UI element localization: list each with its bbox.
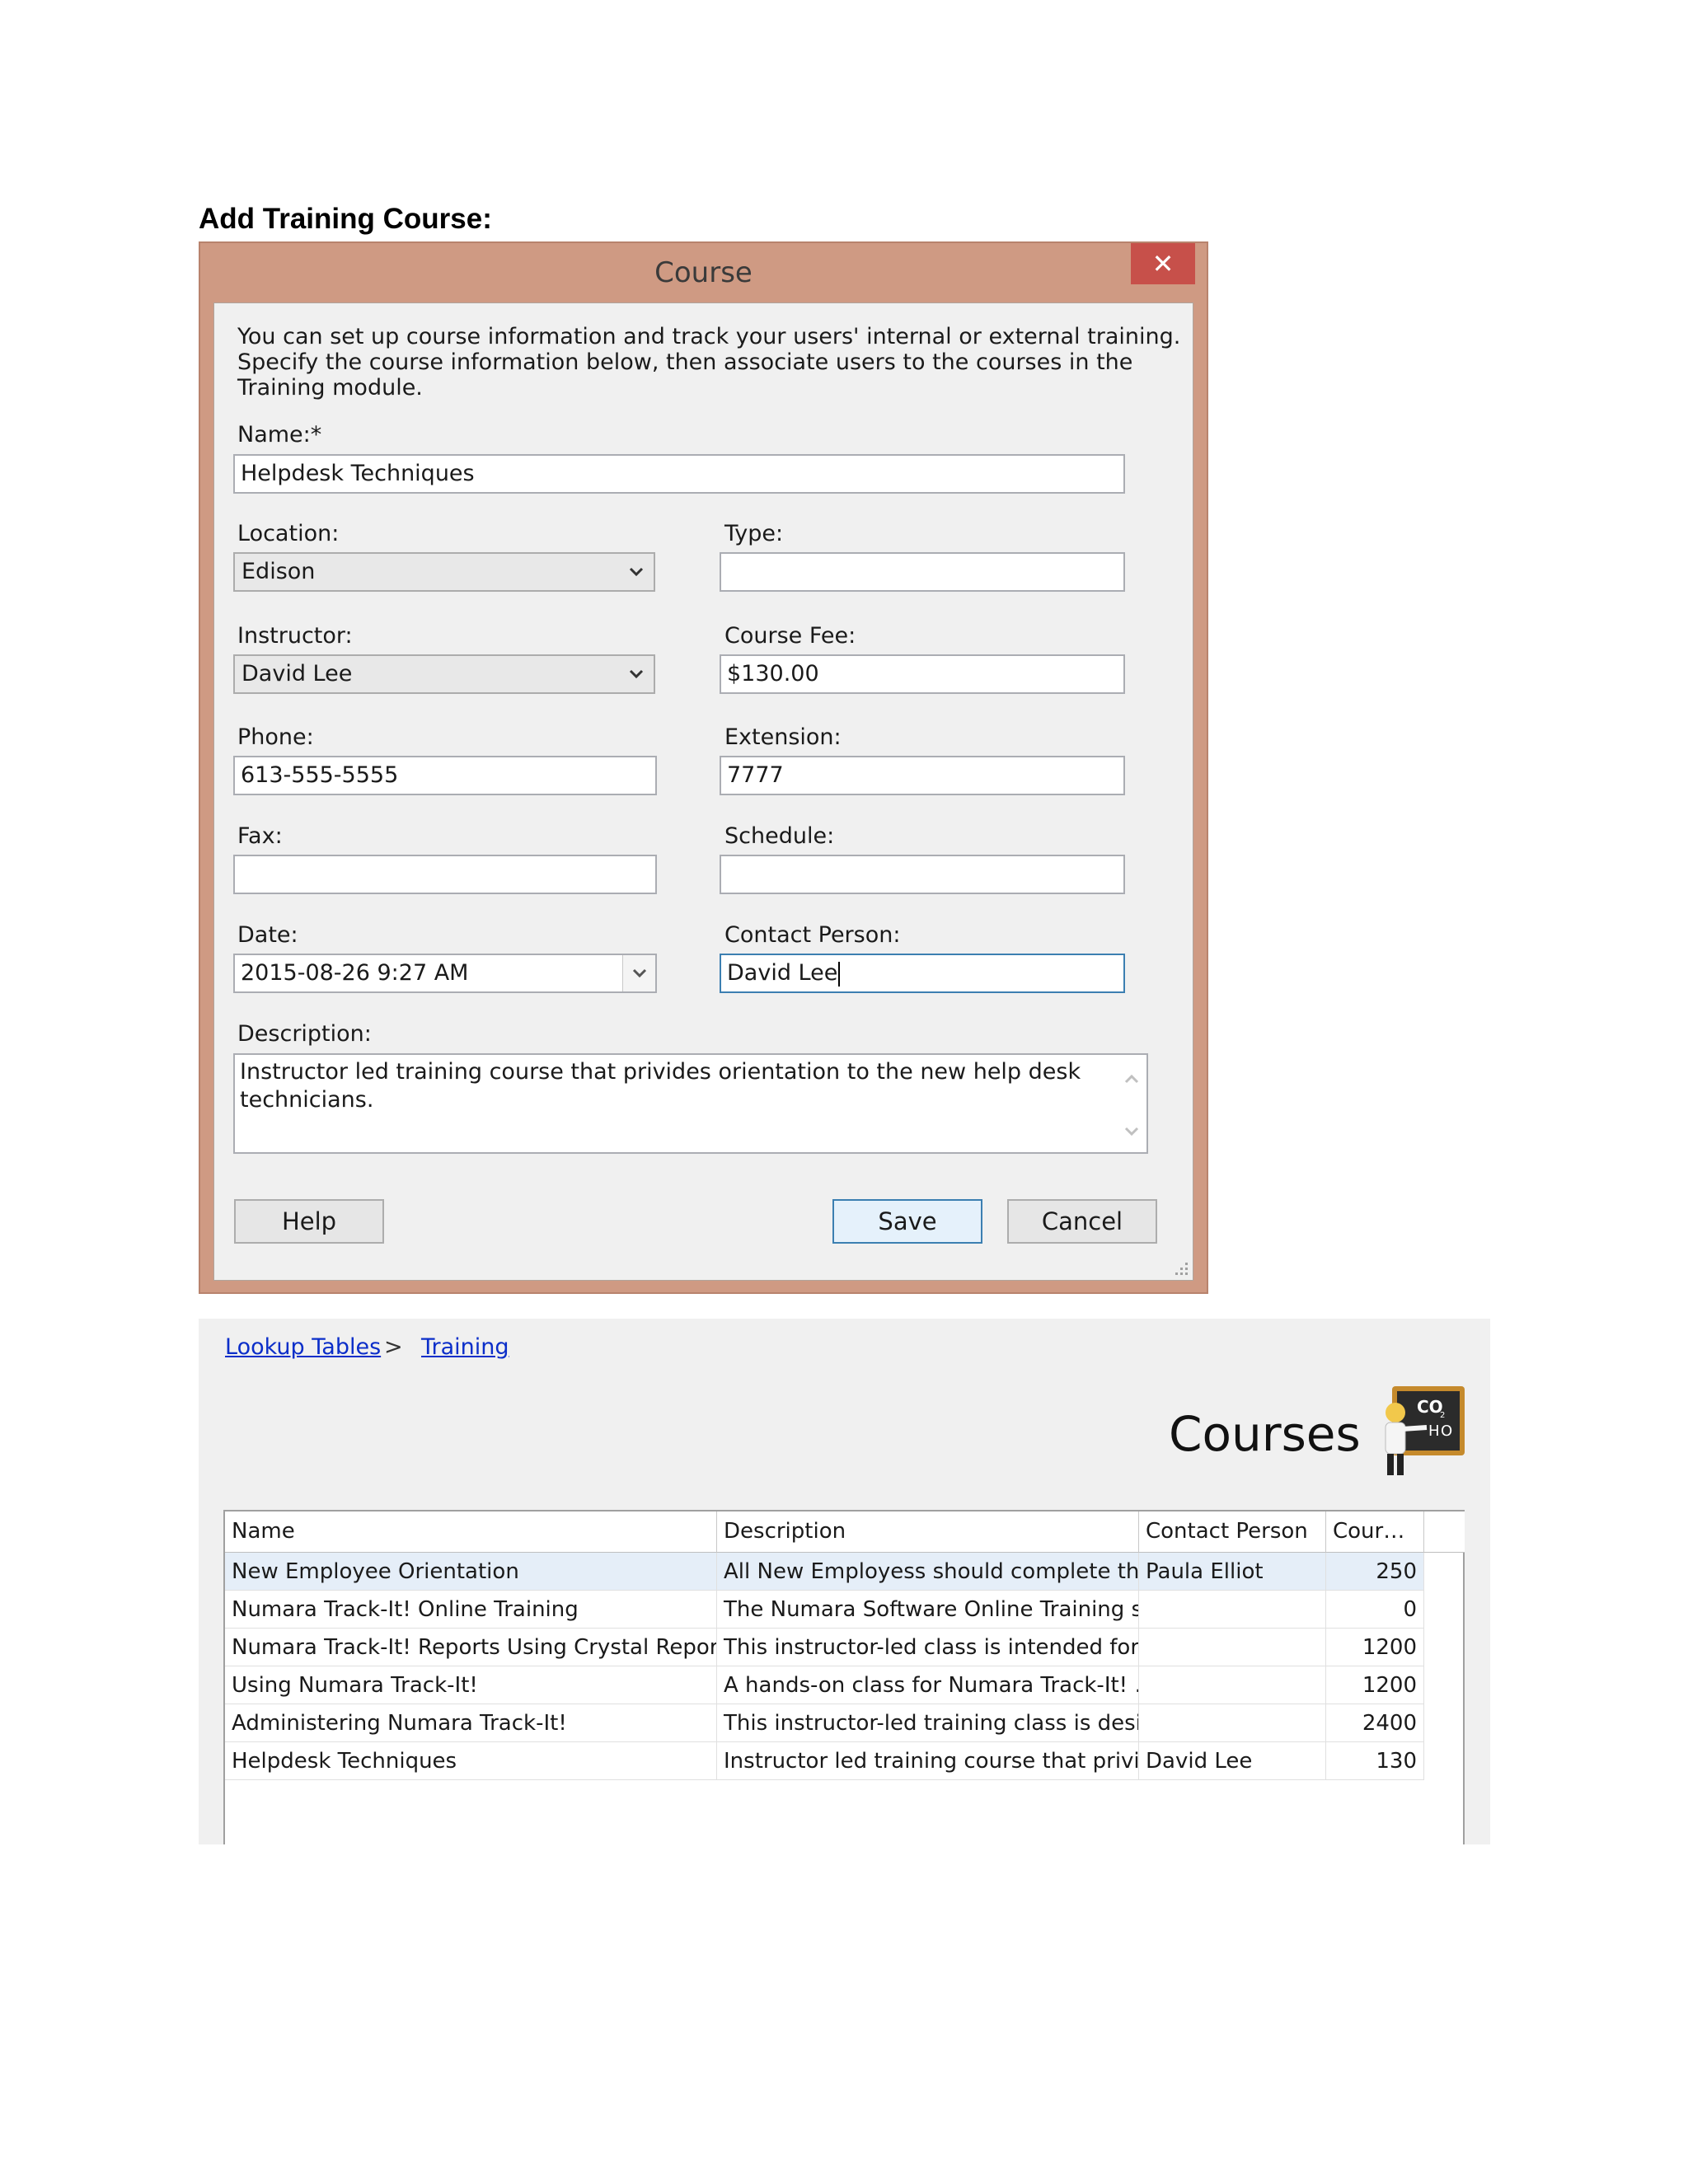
table-row[interactable]: Numara Track-It! Reports Using Crystal R… bbox=[225, 1629, 1424, 1666]
table-row[interactable]: Using Numara Track-It! A hands-on class … bbox=[225, 1666, 1424, 1704]
description-value: Instructor led training course that priv… bbox=[240, 1059, 1081, 1113]
page-title: Courses bbox=[1169, 1406, 1361, 1462]
cell-contact-person bbox=[1139, 1666, 1326, 1704]
description-textarea[interactable]: Instructor led training course that priv… bbox=[233, 1053, 1148, 1154]
breadcrumb-lookup-tables[interactable]: Lookup Tables bbox=[225, 1333, 381, 1361]
cell-contact-person bbox=[1139, 1629, 1326, 1666]
svg-text:2: 2 bbox=[1440, 1411, 1445, 1420]
type-label: Type: bbox=[724, 521, 784, 546]
courses-grid: Name Description Contact Person Cour… Ne… bbox=[223, 1510, 1465, 1844]
description-scrollbar[interactable] bbox=[1117, 1055, 1146, 1152]
table-row[interactable]: Numara Track-It! Online Training The Num… bbox=[225, 1591, 1424, 1629]
help-button[interactable]: Help bbox=[234, 1199, 384, 1244]
course-dialog: Course ✕ You can set up course informati… bbox=[199, 241, 1208, 1294]
cancel-button[interactable]: Cancel bbox=[1007, 1199, 1157, 1244]
chevron-down-icon bbox=[629, 669, 644, 679]
cell-description: Instructor led training course that priv… bbox=[717, 1742, 1139, 1780]
location-select[interactable]: Edison bbox=[233, 552, 655, 592]
cell-contact-person bbox=[1139, 1704, 1326, 1742]
contact-person-value: David Lee bbox=[727, 960, 838, 986]
cell-course-fee: 1200 bbox=[1326, 1629, 1424, 1666]
svg-text:H: H bbox=[1428, 1422, 1440, 1440]
column-header-description[interactable]: Description bbox=[717, 1511, 1139, 1553]
phone-label: Phone: bbox=[237, 724, 314, 750]
date-value: 2015-08-26 9:27 AM bbox=[241, 960, 469, 986]
contact-person-label: Contact Person: bbox=[724, 922, 901, 948]
extension-input[interactable]: 7777 bbox=[720, 756, 1125, 795]
cell-description: A hands-on class for Numara Track-It! … bbox=[717, 1666, 1139, 1704]
column-header-contact-person[interactable]: Contact Person bbox=[1139, 1511, 1326, 1553]
column-header-filler bbox=[1424, 1511, 1465, 1553]
location-value: Edison bbox=[241, 559, 316, 584]
contact-person-input[interactable]: David Lee bbox=[720, 954, 1125, 993]
cell-name: Numara Track-It! Online Training bbox=[225, 1591, 717, 1629]
cell-course-fee: 130 bbox=[1326, 1742, 1424, 1780]
cell-contact-person: Paula Elliot bbox=[1139, 1553, 1326, 1591]
column-header-course-fee[interactable]: Cour… bbox=[1326, 1511, 1424, 1553]
cell-course-fee: 0 bbox=[1326, 1591, 1424, 1629]
breadcrumb-training[interactable]: Training bbox=[421, 1333, 509, 1361]
date-picker[interactable]: 2015-08-26 9:27 AM bbox=[233, 954, 657, 993]
fax-input[interactable] bbox=[233, 855, 657, 894]
cell-name: Numara Track-It! Reports Using Crystal R… bbox=[225, 1629, 717, 1666]
cell-course-fee: 1200 bbox=[1326, 1666, 1424, 1704]
cell-name: New Employee Orientation bbox=[225, 1553, 717, 1591]
cell-contact-person: David Lee bbox=[1139, 1742, 1326, 1780]
scroll-down-icon bbox=[1124, 1127, 1139, 1137]
scroll-up-icon bbox=[1124, 1074, 1139, 1084]
cell-course-fee: 2400 bbox=[1326, 1704, 1424, 1742]
breadcrumb-separator: > bbox=[384, 1334, 403, 1360]
cell-description: This instructor-led training class is de… bbox=[717, 1704, 1139, 1742]
name-label: Name:* bbox=[237, 422, 322, 448]
instructor-value: David Lee bbox=[241, 661, 353, 687]
fax-label: Fax: bbox=[237, 823, 283, 849]
cell-description: All New Employess should complete this… bbox=[717, 1553, 1139, 1591]
cell-description: The Numara Software Online Training s… bbox=[717, 1591, 1139, 1629]
svg-text:O: O bbox=[1441, 1422, 1452, 1440]
date-dropdown-button[interactable] bbox=[622, 955, 655, 991]
type-input[interactable] bbox=[720, 552, 1125, 592]
location-label: Location: bbox=[237, 521, 340, 546]
phone-input[interactable]: 613-555-5555 bbox=[233, 756, 657, 795]
table-row[interactable]: Administering Numara Track-It! This inst… bbox=[225, 1704, 1424, 1742]
instructor-label: Instructor: bbox=[237, 623, 353, 649]
close-button[interactable]: ✕ bbox=[1131, 243, 1195, 284]
chalkboard-teacher-icon: CO 2 H O bbox=[1385, 1386, 1465, 1475]
resize-grip-icon[interactable] bbox=[1172, 1259, 1190, 1277]
course-fee-label: Course Fee: bbox=[724, 623, 856, 649]
course-fee-input[interactable]: $130.00 bbox=[720, 654, 1125, 694]
cell-name: Administering Numara Track-It! bbox=[225, 1704, 717, 1742]
courses-panel: Lookup Tables > Training Courses CO 2 H … bbox=[199, 1319, 1490, 1844]
text-cursor bbox=[838, 961, 841, 987]
column-header-name[interactable]: Name bbox=[225, 1511, 717, 1553]
extension-label: Extension: bbox=[724, 724, 842, 750]
svg-text:CO: CO bbox=[1417, 1397, 1443, 1417]
cell-name: Using Numara Track-It! bbox=[225, 1666, 717, 1704]
cell-name: Helpdesk Techniques bbox=[225, 1742, 717, 1780]
cell-description: This instructor-led class is intended fo… bbox=[717, 1629, 1139, 1666]
schedule-label: Schedule: bbox=[724, 823, 835, 849]
document-heading: Add Training Course: bbox=[199, 203, 492, 235]
save-button[interactable]: Save bbox=[832, 1199, 982, 1244]
cell-course-fee: 250 bbox=[1326, 1553, 1424, 1591]
date-label: Date: bbox=[237, 922, 298, 948]
table-row[interactable]: Helpdesk Techniques Instructor led train… bbox=[225, 1742, 1424, 1780]
name-input[interactable]: Helpdesk Techniques bbox=[233, 454, 1125, 494]
cell-contact-person bbox=[1139, 1591, 1326, 1629]
chevron-down-icon bbox=[632, 968, 647, 978]
dialog-title: Course bbox=[654, 256, 753, 289]
schedule-input[interactable] bbox=[720, 855, 1125, 894]
instructor-select[interactable]: David Lee bbox=[233, 654, 655, 694]
intro-text: You can set up course information and tr… bbox=[237, 324, 1181, 401]
description-label: Description: bbox=[237, 1021, 372, 1047]
dialog-body: You can set up course information and tr… bbox=[213, 302, 1193, 1281]
chevron-down-icon bbox=[629, 567, 644, 577]
table-row[interactable]: New Employee Orientation All New Employe… bbox=[225, 1553, 1424, 1591]
